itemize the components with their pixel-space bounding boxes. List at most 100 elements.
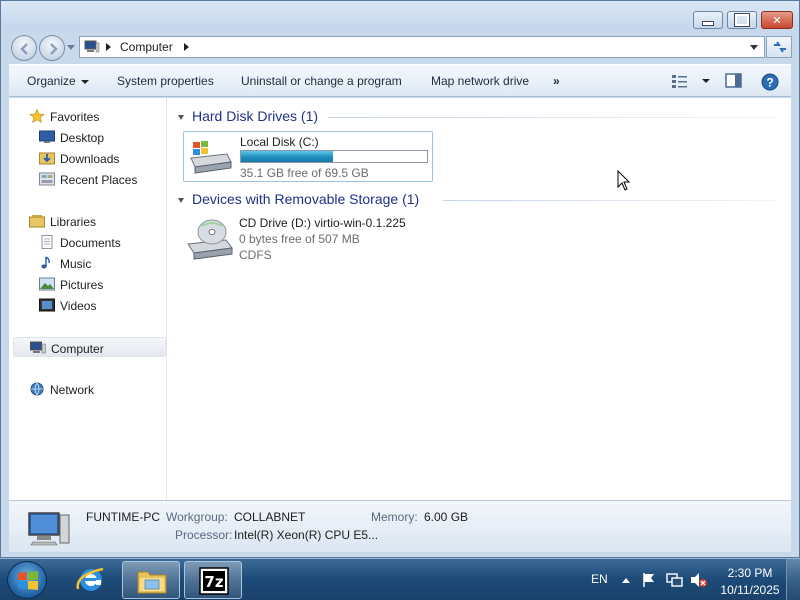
collapse-triangle-icon <box>178 114 184 120</box>
drive-local-disk-c[interactable]: Local Disk (C:) 35.1 GB free of 69.5 GB <box>183 131 433 182</box>
show-desktop-button[interactable] <box>786 559 800 600</box>
back-button[interactable] <box>11 35 37 61</box>
pictures-icon <box>39 277 55 291</box>
nav-item-videos[interactable]: Videos <box>9 295 167 315</box>
navigation-row: Computer <box>1 31 799 63</box>
forward-arrow-icon <box>50 43 58 55</box>
computer-icon <box>84 40 100 53</box>
7zip-icon: 7z <box>199 567 229 595</box>
nav-item-label: Network <box>50 383 95 397</box>
cd-drive-icon <box>187 219 233 260</box>
recent-pages-dropdown-icon[interactable] <box>67 45 75 51</box>
drive-name: Local Disk (C:) <box>240 135 319 149</box>
organize-button[interactable]: Organize <box>27 74 89 88</box>
nav-item-libraries[interactable]: Libraries <box>9 211 167 231</box>
breadcrumb-arrow-icon[interactable] <box>106 43 111 51</box>
address-dropdown-icon[interactable] <box>750 45 758 50</box>
clock-time[interactable]: 2:30 PM <box>700 566 800 580</box>
svg-text:7z: 7z <box>204 573 223 591</box>
forward-button[interactable] <box>39 35 65 61</box>
workgroup-label: Workgroup: <box>166 510 228 524</box>
address-bar[interactable]: Computer <box>79 36 765 58</box>
drive-cd-d[interactable]: CD Drive (D:) virtio-win-0.1.225 0 bytes… <box>183 214 433 266</box>
pc-name: FUNTIME-PC <box>86 510 160 524</box>
nav-item-documents[interactable]: Documents <box>9 232 167 252</box>
chevron-down-icon <box>80 79 89 84</box>
navigation-pane: Favorites Desktop Downloads Recent Place… <box>9 98 167 500</box>
breadcrumb-computer[interactable]: Computer <box>120 40 173 54</box>
nav-item-pictures[interactable]: Pictures <box>9 274 167 294</box>
command-bar: Organize System properties Uninstall or … <box>9 64 791 97</box>
breadcrumb-arrow-icon[interactable] <box>184 43 189 51</box>
group-header-label: Hard Disk Drives (1) <box>192 108 319 124</box>
group-divider <box>328 117 778 118</box>
network-icon <box>30 382 44 396</box>
nav-item-computer[interactable]: Computer <box>13 337 166 357</box>
computer-large-icon <box>28 512 70 546</box>
nav-item-desktop[interactable]: Desktop <box>9 127 167 147</box>
details-pane: FUNTIME-PC Workgroup: COLLABNET Memory: … <box>9 500 791 552</box>
taskbar: 7z EN 2:30 PM 10/11/2025 <box>0 558 800 600</box>
clock-date[interactable]: 10/11/2025 <box>700 583 800 597</box>
content-area: Favorites Desktop Downloads Recent Place… <box>9 98 791 500</box>
help-icon[interactable]: ? <box>761 73 779 91</box>
nav-item-label: Pictures <box>60 278 104 292</box>
back-arrow-icon <box>20 43 28 55</box>
group-header-hard-disk-drives[interactable]: Hard Disk Drives (1) <box>178 108 318 124</box>
nav-item-label: Documents <box>60 236 121 250</box>
group-header-removable-storage[interactable]: Devices with Removable Storage (1) <box>178 191 419 207</box>
nav-item-label: Downloads <box>60 152 120 166</box>
close-button[interactable]: ✕ <box>761 11 793 29</box>
star-icon <box>29 109 45 123</box>
explorer-window: ✕ Computer Organize System properties Un… <box>0 0 800 558</box>
nav-item-label: Recent Places <box>60 173 138 187</box>
input-language-indicator[interactable]: EN <box>591 572 608 586</box>
change-view-icon[interactable] <box>671 73 689 89</box>
show-hidden-icons-icon[interactable] <box>621 576 631 584</box>
nav-item-network[interactable]: Network <box>9 379 167 399</box>
nav-item-label: Videos <box>60 299 97 313</box>
group-header-label: Devices with Removable Storage (1) <box>192 191 420 207</box>
memory-label: Memory: <box>371 510 418 524</box>
disk-usage-fill <box>241 151 334 162</box>
desktop-icon <box>39 130 55 143</box>
memory-value: 6.00 GB <box>424 510 469 524</box>
mouse-cursor-icon <box>617 170 631 191</box>
action-center-flag-icon[interactable] <box>641 572 657 588</box>
more-commands-button[interactable]: » <box>553 74 560 88</box>
refresh-icon <box>774 41 786 53</box>
music-note-icon <box>41 256 50 269</box>
title-bar[interactable]: ✕ <box>1 1 799 31</box>
documents-icon <box>41 235 53 249</box>
network-status-icon[interactable] <box>666 572 684 588</box>
nav-item-recent-places[interactable]: Recent Places <box>9 169 167 189</box>
computer-icon <box>30 341 46 354</box>
minimize-button[interactable] <box>693 11 723 29</box>
preview-pane-icon[interactable] <box>725 73 743 89</box>
drive-name: CD Drive (D:) virtio-win-0.1.225 <box>239 216 406 230</box>
start-button[interactable] <box>7 561 47 599</box>
internet-explorer-icon <box>76 567 104 591</box>
taskbar-windows-explorer[interactable] <box>122 561 180 599</box>
taskbar-internet-explorer[interactable] <box>62 561 120 599</box>
uninstall-program-button[interactable]: Uninstall or change a program <box>241 74 402 88</box>
downloads-folder-icon <box>39 152 55 165</box>
nav-item-downloads[interactable]: Downloads <box>9 148 167 168</box>
processor-value: Intel(R) Xeon(R) CPU E5... <box>234 528 379 542</box>
nav-item-label: Favorites <box>50 110 100 124</box>
maximize-button[interactable] <box>727 11 757 29</box>
view-options-dropdown-icon[interactable] <box>702 79 710 83</box>
system-properties-button[interactable]: System properties <box>117 74 214 88</box>
nav-item-favorites[interactable]: Favorites <box>9 106 167 126</box>
map-network-drive-button[interactable]: Map network drive <box>431 74 529 88</box>
folder-icon <box>137 571 167 594</box>
collapse-triangle-icon <box>178 197 184 203</box>
nav-item-label: Music <box>60 257 92 271</box>
nav-item-label: Computer <box>51 342 104 356</box>
drive-free-space: 35.1 GB free of 69.5 GB <box>240 166 369 180</box>
nav-item-music[interactable]: Music <box>9 253 167 273</box>
refresh-button[interactable] <box>766 36 792 58</box>
main-pane: Hard Disk Drives (1) Local Disk (C:) 35.… <box>168 98 791 500</box>
taskbar-7zip[interactable]: 7z <box>184 561 242 599</box>
hard-drive-windows-icon <box>190 141 232 174</box>
